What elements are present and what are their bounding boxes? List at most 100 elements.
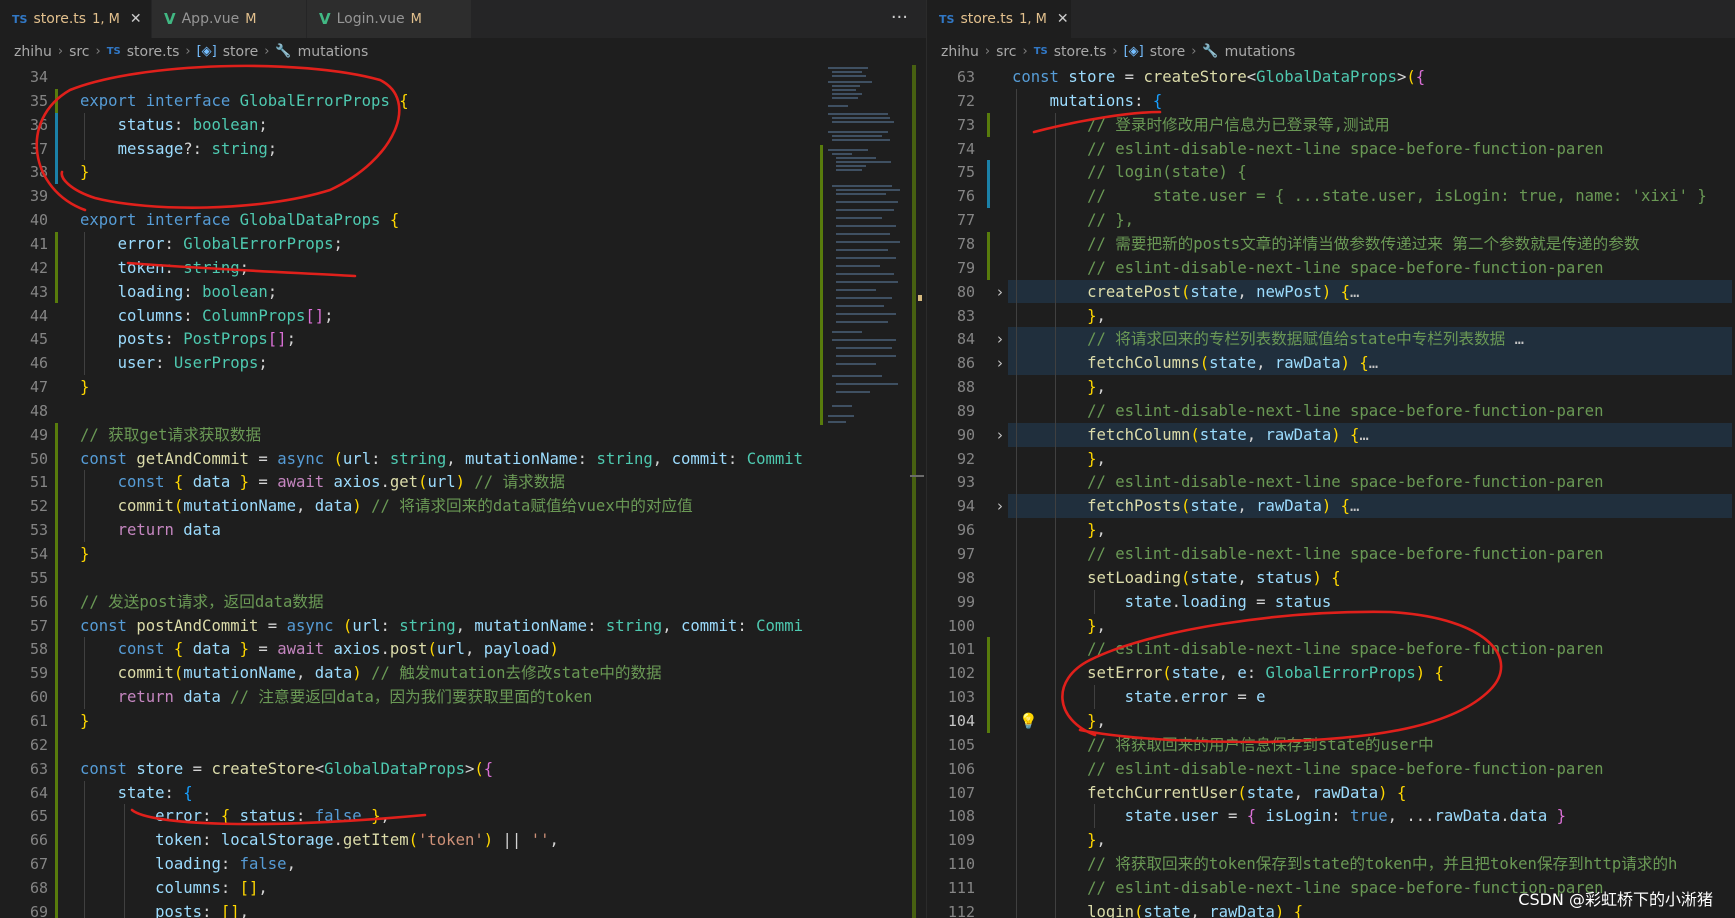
tab-login-vue[interactable]: V Login.vue M — [307, 0, 472, 38]
modified-lines-gutter-marker[interactable] — [987, 160, 990, 209]
more-actions-icon[interactable]: ··· — [891, 7, 908, 28]
breadcrumb-root[interactable]: zhihu — [941, 44, 979, 60]
code-line[interactable]: 75 // login(state) { — [927, 160, 1735, 184]
added-lines-gutter-marker[interactable] — [55, 88, 58, 113]
code-line[interactable]: 79 // eslint-disable-next-line space-bef… — [927, 256, 1735, 280]
code-line[interactable]: 56 // 发送post请求，返回data数据 — [0, 590, 820, 614]
close-icon[interactable]: ✕ — [1057, 11, 1069, 27]
added-lines-gutter-marker[interactable] — [55, 756, 58, 918]
code-line[interactable]: 63 const store = createStore<GlobalDataPr… — [0, 757, 820, 781]
code-line[interactable]: 104 }, — [927, 709, 1735, 733]
code-line[interactable]: 80 › createPost(state, newPost) {… — [927, 280, 1735, 304]
code-line[interactable]: 97 // eslint-disable-next-line space-bef… — [927, 542, 1735, 566]
code-line[interactable]: 92 }, — [927, 447, 1735, 471]
code-line[interactable]: 54} — [0, 542, 820, 566]
code-line[interactable]: 39 — [0, 184, 820, 208]
code-line[interactable]: 90 › fetchColumn(state, rawData) {… — [927, 423, 1735, 447]
code-line[interactable]: 100 }, — [927, 614, 1735, 638]
code-line[interactable]: 98 setLoading(state, status) { — [927, 566, 1735, 590]
chevron-right-icon[interactable]: › — [997, 494, 1003, 518]
breadcrumb-root[interactable]: zhihu — [14, 44, 52, 60]
code-line[interactable]: 40 export interface GlobalDataProps { — [0, 208, 820, 232]
code-line[interactable]: 43 loading: boolean; — [0, 280, 820, 304]
breadcrumb-symbol-mutations[interactable]: mutations — [298, 44, 369, 60]
code-line[interactable]: 42 token: string; — [0, 256, 820, 280]
code-line[interactable]: 37 message?: string; — [0, 137, 820, 161]
code-line[interactable]: 84 › // 将请求回来的专栏列表数据赋值给state中专栏列表数据 … — [927, 327, 1735, 351]
code-line[interactable]: 36 status: boolean; — [0, 113, 820, 137]
tab-store-ts[interactable]: TS store.ts 1, M ✕ — [0, 0, 152, 38]
added-lines-gutter-marker[interactable] — [55, 231, 58, 304]
vertical-scrollbar[interactable] — [910, 65, 924, 918]
code-line[interactable]: 67 loading: false, — [0, 852, 820, 876]
breadcrumb-file[interactable]: store.ts — [1054, 44, 1107, 60]
code-line[interactable]: 57 const postAndCommit = async (url: stri… — [0, 614, 820, 638]
code-line[interactable]: 38} — [0, 160, 820, 184]
modified-lines-gutter-marker[interactable] — [55, 112, 58, 185]
code-line[interactable]: 59 commit(mutationName, data) // 触发mutat… — [0, 661, 820, 685]
added-lines-gutter-marker[interactable] — [987, 231, 990, 280]
close-icon[interactable]: ✕ — [130, 11, 142, 27]
code-line[interactable]: 94 › fetchPosts(state, rawData) {… — [927, 494, 1735, 518]
code-line[interactable]: 63 const store = createStore<GlobalDataPr… — [927, 65, 1735, 89]
code-line[interactable]: 53 return data — [0, 518, 820, 542]
code-line[interactable]: 83 }, — [927, 304, 1735, 328]
code-line[interactable]: 93 // eslint-disable-next-line space-bef… — [927, 470, 1735, 494]
chevron-right-icon[interactable]: › — [997, 423, 1003, 447]
code-line[interactable]: 44 columns: ColumnProps[]; — [0, 304, 820, 328]
code-line[interactable]: 52 commit(mutationName, data) // 将请求回来的d… — [0, 494, 820, 518]
code-line[interactable]: 72 mutations: { — [927, 89, 1735, 113]
tab-store-ts[interactable]: TS store.ts 1, M ✕ — [927, 0, 1072, 38]
code-line[interactable]: 76 // state.user = { ...state.user, isLo… — [927, 184, 1735, 208]
breadcrumb-symbol-store[interactable]: store — [223, 44, 258, 60]
lightbulb-icon[interactable]: 💡 — [1019, 712, 1038, 730]
code-line[interactable]: 51 const { data } = await axios.get(url)… — [0, 470, 820, 494]
right-code-area[interactable]: 63 const store = createStore<GlobalDataPr… — [927, 65, 1735, 918]
code-line[interactable]: 35 export interface GlobalErrorProps { — [0, 89, 820, 113]
code-line[interactable]: 61} — [0, 709, 820, 733]
breadcrumb-src[interactable]: src — [996, 44, 1016, 60]
code-line[interactable]: 49 // 获取get请求获取数据 — [0, 423, 820, 447]
code-line[interactable]: 65 error: { status: false }, — [0, 804, 820, 828]
added-lines-gutter-marker[interactable] — [987, 112, 990, 137]
minimap[interactable] — [820, 65, 910, 918]
code-line[interactable]: 69 posts: [], — [0, 900, 820, 918]
code-line[interactable]: 101 // eslint-disable-next-line space-be… — [927, 637, 1735, 661]
code-line[interactable]: 78 // 需要把新的posts文章的详情当做参数传递过来 第二个参数就是传递的… — [927, 232, 1735, 256]
tab-app-vue[interactable]: V App.vue M — [152, 0, 307, 38]
code-line[interactable]: 60 return data // 注意要返回data，因为我们要获取里面的to… — [0, 685, 820, 709]
code-line[interactable]: 99 state.loading = status — [927, 590, 1735, 614]
breadcrumb-symbol-store[interactable]: store — [1150, 44, 1185, 60]
chevron-right-icon[interactable]: › — [997, 327, 1003, 351]
code-line[interactable]: 88 }, — [927, 375, 1735, 399]
code-line[interactable]: 48 — [0, 399, 820, 423]
code-line[interactable]: 86 › fetchColumns(state, rawData) {… — [927, 351, 1735, 375]
code-line[interactable]: 62 — [0, 733, 820, 757]
breadcrumb-src[interactable]: src — [69, 44, 89, 60]
code-line[interactable]: 102 setError(state, e: GlobalErrorProps)… — [927, 661, 1735, 685]
code-line[interactable]: 107 fetchCurrentUser(state, rawData) { — [927, 781, 1735, 805]
code-line[interactable]: 50 const getAndCommit = async (url: strin… — [0, 447, 820, 471]
code-line[interactable]: 41 error: GlobalErrorProps; — [0, 232, 820, 256]
code-line[interactable]: 96 }, — [927, 518, 1735, 542]
code-line[interactable]: 68 columns: [], — [0, 876, 820, 900]
code-line[interactable]: 73 // 登录时修改用户信息为已登录等,测试用 — [927, 113, 1735, 137]
left-code-area[interactable]: 34 35 export interface GlobalErrorProps {3… — [0, 65, 926, 918]
code-line[interactable]: 55 — [0, 566, 820, 590]
code-line[interactable]: 103 state.error = e — [927, 685, 1735, 709]
code-line[interactable]: 45 posts: PostProps[]; — [0, 327, 820, 351]
code-line[interactable]: 109 }, — [927, 828, 1735, 852]
breadcrumb-symbol-mutations[interactable]: mutations — [1225, 44, 1296, 60]
added-lines-gutter-marker[interactable] — [55, 589, 58, 757]
code-line[interactable]: 108 state.user = { isLogin: true, ...raw… — [927, 804, 1735, 828]
chevron-right-icon[interactable]: › — [997, 351, 1003, 375]
code-line[interactable]: 110 // 将获取回来的token保存到state的token中，并且把tok… — [927, 852, 1735, 876]
code-line[interactable]: 46 user: UserProps; — [0, 351, 820, 375]
code-line[interactable]: 105 // 将获取回来的用户信息保存到state的user中 — [927, 733, 1735, 757]
code-line[interactable]: 47} — [0, 375, 820, 399]
chevron-right-icon[interactable]: › — [997, 280, 1003, 304]
code-line[interactable]: 58 const { data } = await axios.post(url… — [0, 637, 820, 661]
added-lines-gutter-marker[interactable] — [55, 422, 58, 590]
code-line[interactable]: 106 // eslint-disable-next-line space-be… — [927, 757, 1735, 781]
code-line[interactable]: 34 — [0, 65, 820, 89]
